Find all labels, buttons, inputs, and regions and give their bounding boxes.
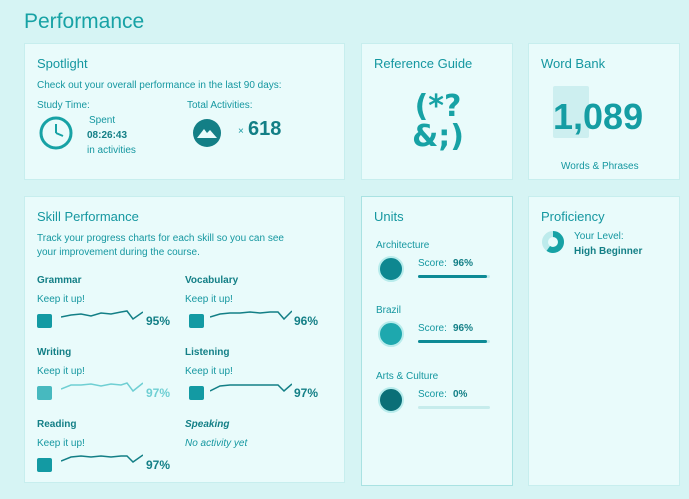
skill-description-line1: Track your progress charts for each skil…: [37, 233, 284, 244]
word-bank-card[interactable]: Word Bank 1,089 Words & Phrases: [528, 43, 680, 180]
proficiency-level-label: Your Level:: [574, 231, 624, 242]
clock-icon: [39, 116, 73, 150]
skill-description-line2: your improvement during the course.: [37, 247, 200, 258]
total-activities-value: 618: [248, 118, 282, 140]
skill-speaking-status: No activity yet: [185, 438, 248, 449]
unit-architecture-score-label: Score:: [418, 258, 447, 269]
total-activities-label: Total Activities:: [187, 100, 253, 111]
unit-architecture-progress-bar: [418, 275, 490, 278]
pencil-icon: [37, 386, 52, 400]
spent-value: 08:26:43: [87, 130, 128, 141]
unit-brazil-name[interactable]: Brazil: [376, 305, 401, 316]
units-card: Units Architecture Score: 96% Brazil Sco…: [361, 196, 513, 486]
skill-reading-name: Reading: [37, 419, 77, 430]
glasses-icon: [37, 458, 52, 472]
word-bank-count: 1,089: [553, 96, 644, 137]
reference-guide-title: Reference Guide: [374, 56, 473, 71]
spent-suffix: in activities: [87, 145, 136, 156]
unit-architecture-score: 96%: [453, 258, 474, 269]
spotlight-card: Spotlight Check out your overall perform…: [24, 43, 345, 180]
skill-performance-title: Skill Performance: [37, 209, 139, 224]
units-title: Units: [374, 209, 404, 224]
reference-symbol-line2: &;): [412, 119, 464, 154]
listening-sparkline: [210, 383, 292, 393]
unit-brazil-score-label: Score:: [418, 323, 447, 334]
grammar-sparkline: [61, 310, 143, 321]
architecture-icon[interactable]: [378, 256, 404, 282]
unit-architecture-progress-fill: [418, 275, 488, 278]
word-bank-title: Word Bank: [541, 56, 606, 71]
skill-grammar-percent: 95%: [146, 314, 171, 328]
skill-listening-name: Listening: [185, 347, 230, 358]
reference-symbol-icon: (*? &;): [386, 92, 490, 162]
word-bank-caption: Words & Phrases: [561, 161, 639, 172]
spotlight-subtitle: Check out your overall performance in th…: [37, 80, 282, 91]
unit-arts-culture-score-label: Score:: [418, 389, 447, 400]
spotlight-title: Spotlight: [37, 56, 88, 71]
unit-arts-culture-name[interactable]: Arts & Culture: [376, 371, 438, 382]
skill-grammar-name: Grammar: [37, 275, 82, 286]
study-time-label: Study Time:: [37, 100, 90, 111]
total-prefix: ×: [238, 126, 244, 137]
skill-vocabulary-name: Vocabulary: [185, 275, 239, 286]
vocabulary-icon: [189, 314, 204, 328]
proficiency-title: Proficiency: [541, 209, 605, 224]
unit-arts-culture-score: 0%: [453, 389, 468, 400]
skill-writing-status: Keep it up!: [37, 366, 85, 377]
unit-brazil-score: 96%: [453, 323, 474, 334]
headphones-icon: [189, 386, 204, 400]
reading-sparkline: [61, 454, 143, 463]
skill-grammar-status: Keep it up!: [37, 294, 85, 305]
skill-reading-status: Keep it up!: [37, 438, 85, 449]
reference-guide-card[interactable]: Reference Guide (*? &;): [361, 43, 513, 180]
skill-vocabulary-status: Keep it up!: [185, 294, 233, 305]
page-title: Performance: [24, 10, 145, 33]
grammar-icon: [37, 314, 52, 328]
writing-sparkline: [61, 382, 143, 393]
proficiency-card: Proficiency Your Level: High Beginner: [528, 196, 680, 486]
vocabulary-sparkline: [210, 310, 292, 321]
mountain-icon: [193, 119, 221, 147]
unit-arts-culture-progress-bar: [418, 406, 490, 409]
skill-writing-percent: 97%: [146, 386, 171, 400]
skill-performance-card: Skill Performance Track your progress ch…: [24, 196, 345, 483]
skill-listening-percent: 97%: [294, 386, 319, 400]
arts-culture-icon[interactable]: [378, 387, 404, 413]
skill-vocabulary-percent: 96%: [294, 314, 319, 328]
reference-symbol-line1: (*?: [414, 89, 462, 124]
unit-brazil-progress-fill: [418, 340, 488, 343]
skill-listening-status: Keep it up!: [185, 366, 233, 377]
skill-speaking-name: Speaking: [185, 419, 230, 430]
unit-brazil-progress-bar: [418, 340, 490, 343]
proficiency-level-value: High Beginner: [574, 246, 643, 257]
proficiency-donut-icon: [542, 231, 564, 253]
skill-reading-percent: 97%: [146, 458, 171, 472]
brazil-icon[interactable]: [378, 321, 404, 347]
spent-label: Spent: [89, 115, 116, 126]
unit-architecture-name[interactable]: Architecture: [376, 240, 429, 251]
skill-writing-name: Writing: [37, 347, 72, 358]
